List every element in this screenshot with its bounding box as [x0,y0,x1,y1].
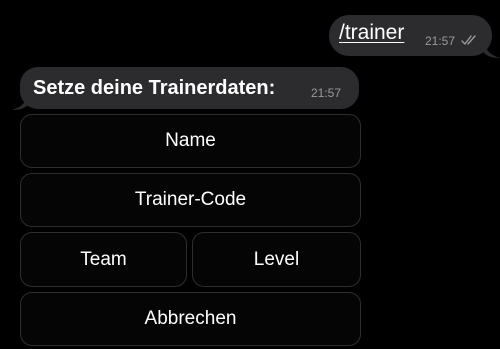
incoming-bubble-tail [12,94,28,110]
name-button[interactable]: Name [20,114,361,168]
incoming-message-timestamp: 21:57 [311,86,342,100]
incoming-message-text: Setze deine Trainerdaten: [33,77,276,99]
level-button[interactable]: Level [192,232,361,287]
cancel-button[interactable]: Abbrechen [20,292,361,346]
team-button[interactable]: Team [20,232,187,287]
outgoing-message-timestamp: 21:57 [425,34,456,48]
double-check-read-icon [461,35,476,45]
trainer-code-button[interactable]: Trainer-Code [20,173,361,227]
outgoing-message-command-link[interactable]: /trainer [339,20,404,46]
outgoing-bubble-tail [484,42,500,58]
